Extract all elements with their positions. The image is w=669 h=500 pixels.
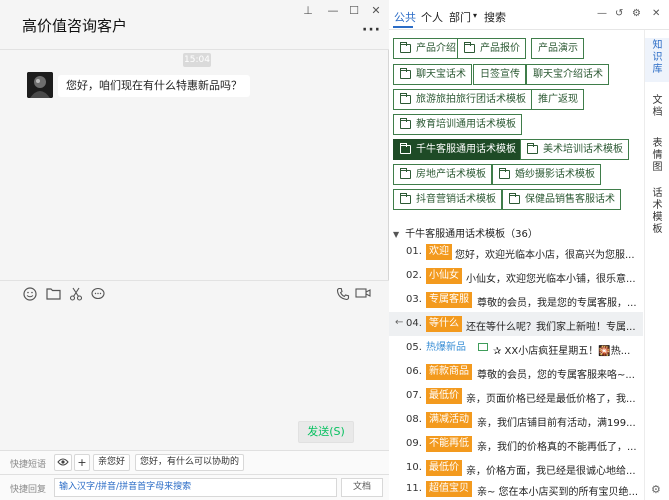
arrow-left-icon: ←	[395, 317, 404, 328]
undo-icon[interactable]: ↺	[615, 8, 623, 19]
folder-icon	[478, 343, 488, 351]
minimize-icon[interactable]: —	[323, 4, 343, 17]
tag-chip[interactable]: 产品报价	[457, 38, 526, 59]
list-item[interactable]: 03. 专属客服 尊敬的会员，我是您的专属客服，...	[389, 288, 643, 312]
side-tab-stickers[interactable]: 表情图	[645, 138, 669, 178]
list-item[interactable]: 05. 热爆新品 ✰ XX小店疯狂星期五！🎇热...	[389, 336, 643, 360]
pin-icon[interactable]: ⊥	[298, 4, 318, 17]
chat-title: 高价值咨询客户	[22, 17, 128, 35]
folder-icon	[400, 93, 411, 104]
list-item[interactable]: 09. 不能再低 亲，我们的价格真的不能再低了，...	[389, 432, 643, 456]
caret-down-icon: ▼	[393, 230, 400, 239]
item-tag: 不能再低	[426, 436, 472, 452]
item-tag: 等什么	[426, 316, 462, 332]
tag-chip[interactable]: 婚纱摄影话术模板	[492, 164, 601, 185]
tag-chip[interactable]: 产品演示	[531, 38, 584, 59]
list-item[interactable]: 06. 新款商品 尊敬的会员，您的专属客服来咯~...	[389, 360, 643, 384]
close-icon[interactable]: ✕	[366, 4, 386, 17]
item-tag: 热爆新品	[426, 342, 466, 353]
add-phrase-icon[interactable]: +	[74, 454, 90, 471]
folder-icon	[400, 118, 411, 129]
tag-chip[interactable]: 美术培训话术模板	[520, 139, 629, 160]
tag-chip[interactable]: 教育培训通用话术模板	[393, 114, 522, 135]
tag-chip[interactable]: 房地产话术模板	[393, 164, 492, 185]
panel-tabs: 公共 个人 部门 ▾ 搜索 — ↺ ⚙ ✕	[389, 0, 669, 30]
quick-phrase-chip[interactable]: 您好，有什么可以协助的	[135, 454, 245, 471]
tag-chip[interactable]: 抖音营销话术模板	[393, 189, 502, 210]
settings-icon[interactable]: ⚙	[651, 483, 661, 496]
folder-icon	[400, 193, 411, 204]
item-tag: 欢迎	[426, 244, 452, 260]
quick-phrase-label: 快捷短语	[10, 460, 47, 470]
folder-icon	[464, 42, 475, 53]
list-item[interactable]: 02. 小仙女 小仙女，欢迎您光临本小铺，很乐意...	[389, 264, 643, 288]
tag-chip[interactable]: 日签宣传	[473, 64, 526, 85]
close-icon[interactable]: ✕	[652, 8, 660, 19]
quick-reply-bar: 快捷回复 输入汉字/拼音/拼音首字母来搜索 文档	[0, 474, 389, 500]
quick-phrase-bar: 快捷短语 + 亲您好 您好，有什么可以协助的	[0, 450, 389, 474]
tag-chip[interactable]: 保健品销售客服话术	[502, 189, 621, 210]
eye-icon[interactable]	[54, 454, 72, 471]
folder-icon	[400, 42, 411, 53]
active-tab-indicator	[393, 26, 413, 28]
send-button[interactable]: 发送(S)	[298, 421, 354, 443]
avatar[interactable]	[27, 72, 53, 98]
item-tag: 新款商品	[426, 364, 472, 380]
emoji-icon[interactable]	[22, 287, 38, 303]
quick-reply-panel: 公共 个人 部门 ▾ 搜索 — ↺ ⚙ ✕ 产品介绍 产品报价 产品演示 聊天宝…	[389, 0, 669, 500]
folder-icon	[509, 193, 520, 204]
tag-chip-selected[interactable]: 千牛客服通用话术模板	[393, 139, 522, 160]
item-tag: 满减活动	[426, 412, 472, 428]
maximize-icon[interactable]: ☐	[344, 4, 364, 17]
tab-public[interactable]: 公共	[394, 9, 416, 25]
tag-chip[interactable]: 旅游旅拍旅行团话术模板	[393, 89, 532, 110]
tag-chip[interactable]: 产品介绍	[393, 38, 462, 59]
item-tag: 小仙女	[426, 268, 462, 284]
item-tag: 最低价	[426, 388, 462, 404]
side-tab-knowledge[interactable]: 知识库	[645, 38, 669, 82]
message-bubble: 您好，咱们现在有什么特惠新品吗？	[58, 75, 250, 97]
quick-phrase-chip[interactable]: 亲您好	[93, 454, 131, 471]
list-item[interactable]: 08. 满减活动 亲，我们店铺目前有活动，满199...	[389, 408, 643, 432]
chat-window: 高价值咨询客户 ⊥ — ☐ ✕ ··· 15:04 您好，咱们现在有什么特惠新品…	[0, 0, 389, 500]
list-item[interactable]: 01. 欢迎 您好，欢迎光临本小店，很高兴为您服...	[389, 240, 643, 264]
document-button[interactable]: 文档	[341, 478, 383, 497]
video-icon[interactable]	[355, 287, 371, 303]
chat-bubble-icon[interactable]	[90, 287, 106, 303]
settings-icon[interactable]: ⚙	[632, 8, 641, 19]
chevron-down-icon[interactable]: ▾	[473, 11, 477, 20]
list-item[interactable]: 10. 最低价 亲，价格方面，我已经是很诚心地给...	[389, 456, 643, 480]
folder-icon[interactable]	[45, 287, 61, 303]
folder-icon	[499, 168, 510, 179]
tab-search[interactable]: 搜索	[484, 9, 506, 25]
item-tag: 超值宝贝	[426, 481, 472, 497]
side-tabs: 知识库 文档 表情图 话术模板 ⚙	[644, 30, 669, 500]
side-tab-scripts[interactable]: 话术模板	[645, 188, 669, 242]
list-item[interactable]: ← 04. 等什么 还在等什么呢？我们家上新啦！专属...	[389, 312, 643, 336]
tag-chip[interactable]: 聊天宝话术	[393, 64, 472, 85]
script-list-header[interactable]: ▼ 千牛客服通用话术模板（36）	[393, 225, 643, 240]
more-options-icon[interactable]: ···	[362, 22, 381, 38]
message-composer[interactable]: 发送(S)	[0, 280, 389, 450]
tab-personal[interactable]: 个人	[421, 9, 443, 25]
tag-chip[interactable]: 聊天宝介绍话术	[526, 64, 609, 85]
list-item[interactable]: 07. 最低价 亲，页面价格已经是最低价格了，我...	[389, 384, 643, 408]
phone-icon[interactable]	[335, 287, 351, 303]
quick-reply-label: 快捷回复	[10, 485, 47, 495]
side-tab-docs[interactable]: 文档	[645, 95, 669, 125]
item-tag: 专属客服	[426, 292, 472, 308]
item-tag: 最低价	[426, 460, 462, 476]
folder-icon	[400, 143, 411, 154]
scissors-icon[interactable]	[68, 287, 84, 303]
chat-header: 高价值咨询客户 ⊥ — ☐ ✕ ···	[0, 0, 389, 50]
message-timestamp: 15:04	[183, 53, 211, 67]
list-item[interactable]: 11. 超值宝贝 亲~ 您在本小店买到的所有宝贝绝...	[389, 479, 643, 500]
folder-icon	[400, 68, 411, 79]
folder-icon	[527, 143, 538, 154]
folder-icon	[400, 168, 411, 179]
minimize-icon[interactable]: —	[597, 8, 607, 19]
quick-reply-search-input[interactable]: 输入汉字/拼音/拼音首字母来搜索	[54, 478, 337, 497]
tag-chip[interactable]: 推广返现	[531, 89, 584, 110]
tab-department[interactable]: 部门	[449, 9, 471, 25]
